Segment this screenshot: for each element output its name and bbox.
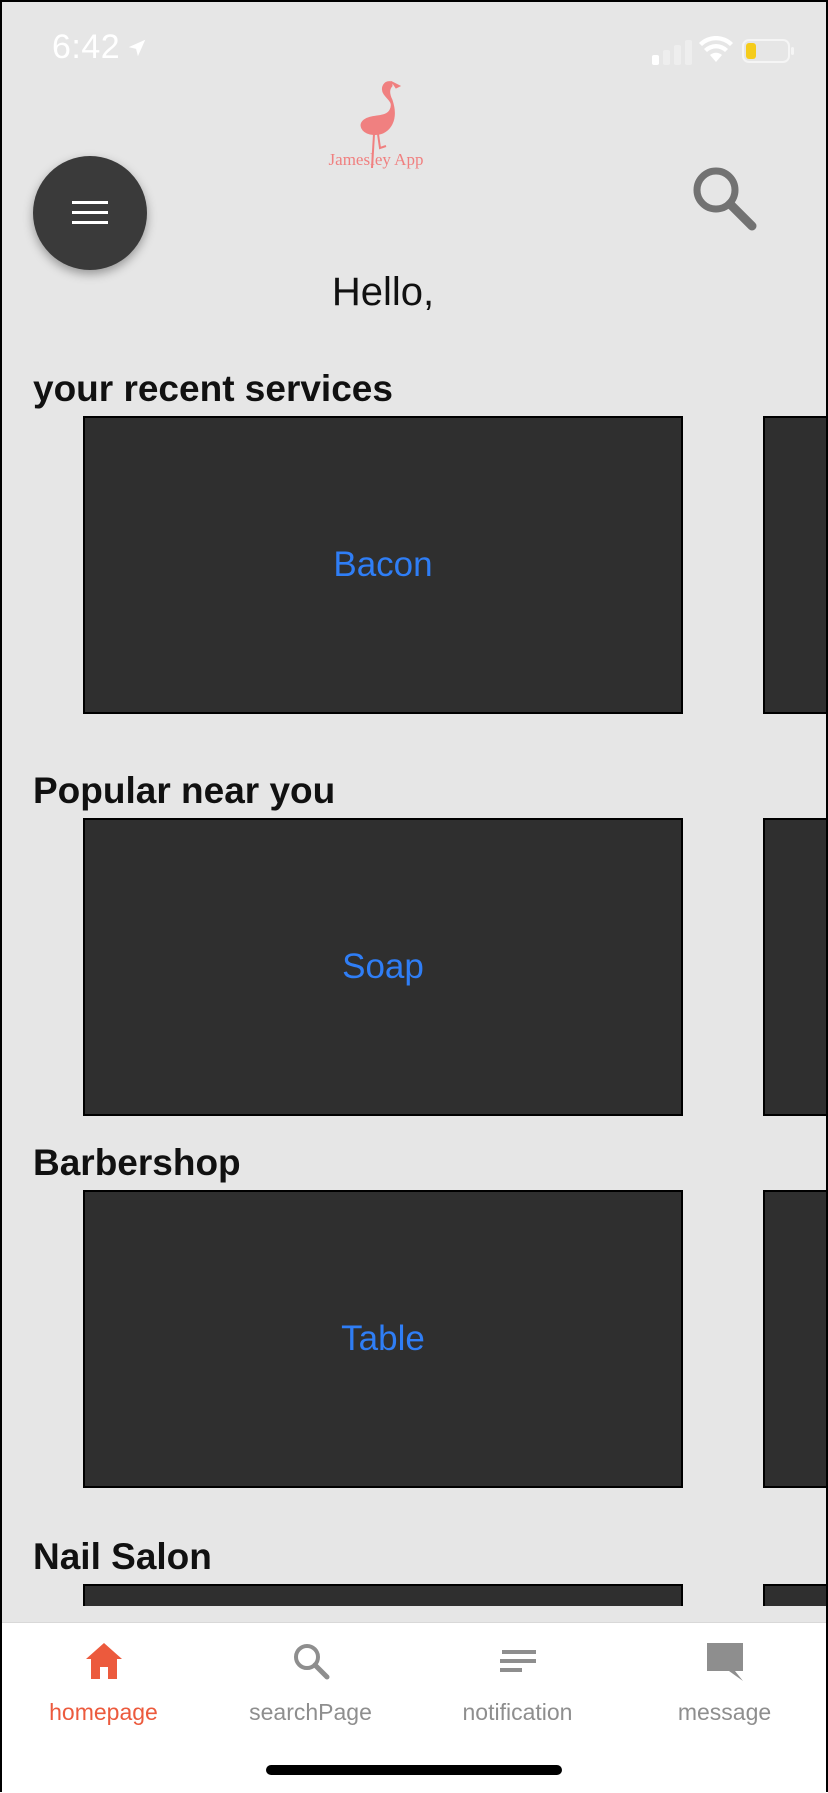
nail-salon-card-next[interactable] [763, 1584, 828, 1606]
search-icon[interactable] [690, 164, 758, 232]
status-time: 6:42 [52, 28, 148, 67]
section-title-nail-salon: Nail Salon [33, 1536, 212, 1577]
section-title-recent-services: your recent services [33, 368, 393, 409]
hamburger-menu-icon [72, 201, 108, 224]
home-icon [85, 1643, 122, 1679]
recent-service-card-next[interactable] [763, 416, 828, 714]
notification-lines-icon [499, 1650, 536, 1672]
tab-homepage[interactable]: homepage [0, 1633, 207, 1733]
tab-searchpage[interactable]: searchPage [207, 1633, 414, 1733]
tab-message[interactable]: message [621, 1633, 828, 1733]
tab-notification[interactable]: notification [414, 1633, 621, 1733]
tab-label: homepage [49, 1699, 158, 1725]
search-icon [293, 1644, 329, 1680]
section-title-barbershop: Barbershop [33, 1142, 241, 1183]
cellular-signal-icon [652, 40, 692, 65]
home-indicator[interactable] [266, 1765, 562, 1775]
menu-button[interactable] [33, 156, 147, 270]
barbershop-card-next[interactable] [763, 1190, 828, 1488]
recent-service-card[interactable]: Bacon [83, 416, 683, 714]
barbershop-card[interactable]: Table [83, 1190, 683, 1488]
tab-label: notification [462, 1699, 573, 1725]
logo-text: Jamesley App [328, 150, 424, 169]
message-icon [706, 1643, 743, 1681]
greeting-text: Hello, [331, 270, 435, 314]
location-arrow-icon [128, 39, 146, 56]
popular-card[interactable]: Soap [83, 818, 683, 1116]
status-time-text: 6:42 [52, 28, 121, 66]
card-label: Table [341, 1319, 425, 1358]
popular-card-next[interactable] [763, 818, 828, 1116]
wifi-icon [699, 36, 733, 62]
tab-label: searchPage [249, 1699, 372, 1725]
card-label: Bacon [333, 545, 433, 584]
section-title-popular-near-you: Popular near you [33, 770, 336, 811]
tab-label: message [677, 1699, 772, 1725]
card-label: Soap [342, 947, 424, 986]
battery-icon [742, 39, 794, 63]
nail-salon-card[interactable] [83, 1584, 683, 1606]
